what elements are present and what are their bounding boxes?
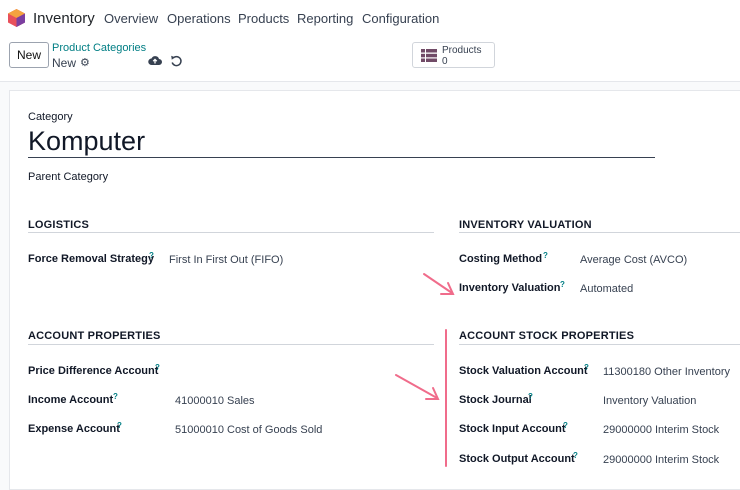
stock-valuation-account-label: Stock Valuation Account bbox=[459, 365, 588, 377]
category-name-input[interactable]: Komputer bbox=[28, 126, 145, 157]
account-stock-properties-section-title: ACCOUNT STOCK PROPERTIES bbox=[459, 330, 635, 342]
cloud-upload-icon[interactable] bbox=[148, 54, 162, 66]
force-removal-value[interactable]: First In First Out (FIFO) bbox=[169, 254, 283, 266]
inventory-valuation-help-icon[interactable]: ? bbox=[560, 280, 565, 289]
stock-output-account-value[interactable]: 29000000 Interim Stock bbox=[603, 454, 719, 466]
breadcrumb-product-categories[interactable]: Product Categories bbox=[52, 42, 146, 54]
stock-input-account-value[interactable]: 29000000 Interim Stock bbox=[603, 424, 719, 436]
inventory-valuation-section-title: INVENTORY VALUATION bbox=[459, 219, 592, 231]
income-account-label: Income Account bbox=[28, 394, 114, 406]
logistics-section-title: LOGISTICS bbox=[28, 219, 90, 231]
force-removal-help-icon[interactable]: ? bbox=[149, 251, 154, 260]
force-removal-label: Force Removal Strategy bbox=[28, 253, 154, 265]
stock-valuation-help-icon[interactable]: ? bbox=[584, 363, 589, 372]
products-smart-button[interactable]: Products 0 bbox=[412, 42, 495, 68]
stock-journal-label: Stock Journal bbox=[459, 394, 532, 406]
gear-icon[interactable]: ⚙ bbox=[80, 56, 90, 69]
smart-button-label: Products bbox=[442, 45, 482, 56]
record-name: New bbox=[52, 56, 77, 70]
account-properties-separator bbox=[28, 344, 434, 345]
costing-method-help-icon[interactable]: ? bbox=[543, 251, 548, 260]
category-label: Category bbox=[28, 111, 73, 123]
category-name-underline bbox=[28, 157, 655, 158]
inventory-valuation-value[interactable]: Automated bbox=[580, 283, 633, 295]
expense-account-help-icon[interactable]: ? bbox=[117, 421, 122, 430]
expense-account-label: Expense Account bbox=[28, 423, 120, 435]
inventory-valuation-separator bbox=[459, 232, 740, 233]
price-difference-help-icon[interactable]: ? bbox=[155, 363, 160, 372]
menu-operations[interactable]: Operations bbox=[167, 11, 231, 26]
price-difference-label: Price Difference Account bbox=[28, 365, 159, 377]
stock-output-help-icon[interactable]: ? bbox=[573, 451, 578, 460]
account-stock-properties-separator bbox=[459, 344, 740, 345]
logistics-separator bbox=[28, 232, 434, 233]
expense-account-value[interactable]: 51000010 Cost of Goods Sold bbox=[175, 424, 322, 436]
parent-category-label: Parent Category bbox=[28, 171, 109, 183]
income-account-help-icon[interactable]: ? bbox=[113, 392, 118, 401]
menu-products[interactable]: Products bbox=[238, 11, 289, 26]
costing-method-value[interactable]: Average Cost (AVCO) bbox=[580, 254, 687, 266]
inventory-valuation-label: Inventory Valuation bbox=[459, 282, 561, 294]
stock-input-help-icon[interactable]: ? bbox=[563, 421, 568, 430]
costing-method-label: Costing Method bbox=[459, 253, 543, 265]
stock-valuation-account-value[interactable]: 11300180 Other Inventory bbox=[603, 366, 730, 378]
smart-button-count: 0 bbox=[442, 56, 448, 67]
stock-journal-value[interactable]: Inventory Valuation bbox=[603, 395, 696, 407]
stock-input-account-label: Stock Input Account bbox=[459, 423, 566, 435]
inventory-app-icon[interactable] bbox=[8, 9, 25, 27]
menu-configuration[interactable]: Configuration bbox=[362, 11, 439, 26]
discard-icon[interactable] bbox=[170, 54, 183, 67]
list-icon bbox=[421, 49, 437, 62]
control-panel: New Product Categories New ⚙ Products 0 bbox=[0, 36, 740, 82]
stock-output-account-label: Stock Output Account bbox=[459, 453, 575, 465]
top-navbar: Inventory Overview Operations Products R… bbox=[0, 0, 740, 36]
stock-journal-help-icon[interactable]: ? bbox=[528, 392, 533, 401]
app-title[interactable]: Inventory bbox=[33, 10, 95, 27]
menu-overview[interactable]: Overview bbox=[104, 11, 158, 26]
menu-reporting[interactable]: Reporting bbox=[297, 11, 353, 26]
new-button[interactable]: New bbox=[9, 42, 49, 68]
income-account-value[interactable]: 41000010 Sales bbox=[175, 395, 255, 407]
account-properties-section-title: ACCOUNT PROPERTIES bbox=[28, 330, 161, 342]
